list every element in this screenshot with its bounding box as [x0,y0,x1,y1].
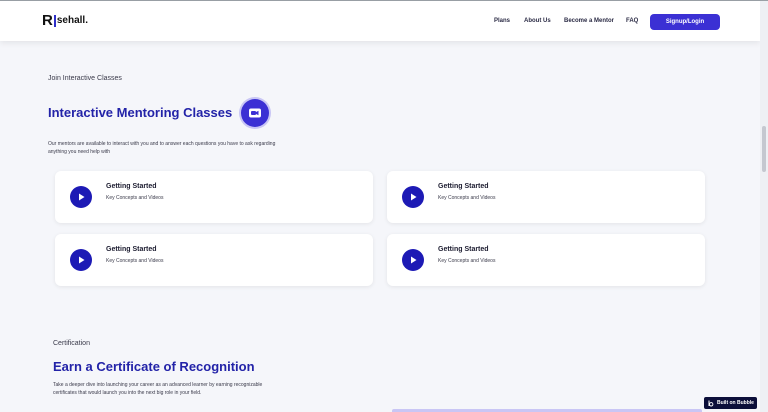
video-camera-icon [249,108,261,118]
classes-description-line-2: anything you need help with [48,149,110,155]
certification-description-line-2: certificates that would launch you into … [53,390,202,396]
logo-text: sehall. [56,15,88,26]
play-icon[interactable] [70,186,92,208]
class-card-title: Getting Started [106,246,157,253]
nav-link-plans[interactable]: Plans [494,17,510,25]
signup-login-button[interactable]: Signup/Login [650,14,720,30]
class-card[interactable]: Getting Started Key Concepts and Videos [55,234,373,286]
class-card[interactable]: Getting Started Key Concepts and Videos [387,234,705,286]
scrollbar-track[interactable] [760,1,768,412]
scrollbar-thumb[interactable] [762,126,766,172]
certification-description-line-1: Take a deeper dive into launching your c… [53,382,263,388]
class-card-subtitle: Key Concepts and Videos [438,258,496,264]
certification-eyebrow: Certification [53,340,90,347]
classes-description-line-1: Our mentors are available to interact wi… [48,141,276,147]
built-on-bubble-label: Built on Bubble [717,400,754,406]
play-icon[interactable] [402,249,424,271]
nav-link-become-a-mentor[interactable]: Become a Mentor [564,17,614,25]
nav-link-faq[interactable]: FAQ [626,17,638,25]
classes-title: Interactive Mentoring Classes [48,105,233,120]
class-card-subtitle: Key Concepts and Videos [106,195,164,201]
class-card-subtitle: Key Concepts and Videos [438,195,496,201]
video-camera-badge [241,99,269,127]
logo[interactable]: R sehall. [42,13,88,29]
logo-mark: R [42,12,53,29]
bubble-logo-icon [708,400,714,406]
built-on-bubble-badge[interactable]: Built on Bubble [704,397,757,409]
play-icon[interactable] [402,186,424,208]
class-card-subtitle: Key Concepts and Videos [106,258,164,264]
nav-link-about-us[interactable]: About Us [524,17,551,25]
play-icon[interactable] [70,249,92,271]
class-card-title: Getting Started [438,246,489,253]
class-card[interactable]: Getting Started Key Concepts and Videos [387,171,705,223]
classes-eyebrow: Join Interactive Classes [48,75,122,82]
class-card[interactable]: Getting Started Key Concepts and Videos [55,171,373,223]
certification-title: Earn a Certificate of Recognition [53,359,255,374]
class-card-title: Getting Started [438,183,489,190]
navbar: R sehall. Plans About Us Become a Mentor… [0,1,760,41]
class-card-title: Getting Started [106,183,157,190]
logo-bar [53,15,56,27]
